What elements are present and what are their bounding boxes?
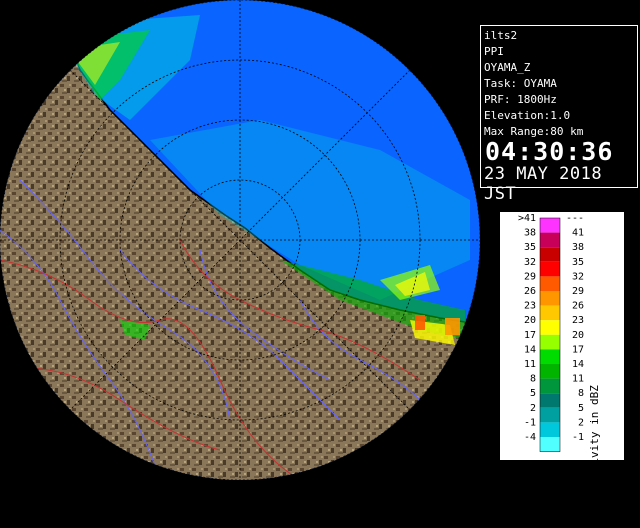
legend-lower-label: 23	[524, 301, 536, 312]
legend-upper-label: 41	[572, 228, 584, 239]
legend-swatch	[540, 276, 560, 291]
scan-date: 23 MAY 2018 JST	[484, 164, 603, 204]
legend-upper-label: ---	[566, 213, 584, 224]
legend-lower-label: -1	[524, 417, 536, 428]
color-scale: >41 --- 38 41 35 38 32 35 29 32 26 29 23 26 20 23 17 20 14…	[518, 213, 584, 452]
elevation-value: Elevation:1.0	[484, 109, 571, 122]
legend-swatch	[540, 218, 560, 233]
legend-lower-label: 2	[530, 403, 536, 414]
scan-info-panel: ilts2 PPI OYAMA_Z Task: OYAMA PRF: 1800H…	[480, 25, 638, 204]
legend-lower-label: 35	[524, 242, 536, 253]
legend-swatch	[540, 261, 560, 277]
legend-lower-label: 5	[530, 388, 536, 399]
legend-swatch	[540, 364, 560, 379]
legend-lower-label: 8	[530, 374, 536, 385]
prf-value: PRF: 1800Hz	[484, 93, 557, 106]
legend-upper-label: 23	[572, 315, 584, 326]
legend-upper-label: 8	[578, 388, 584, 399]
scan-mode: PPI	[484, 45, 504, 58]
legend-upper-label: 32	[572, 271, 584, 282]
legend-upper-label: 14	[572, 359, 584, 370]
legend-lower-label: 26	[524, 286, 536, 297]
legend-upper-label: 29	[572, 286, 584, 297]
legend-swatch	[540, 247, 560, 262]
legend-upper-label: 11	[572, 374, 584, 385]
legend-swatch	[540, 349, 560, 364]
legend-swatch	[540, 334, 560, 350]
legend-swatch	[540, 437, 560, 452]
scan-time: 04:30:36	[485, 137, 614, 166]
legend-swatch	[540, 291, 560, 306]
legend-upper-label: 20	[572, 330, 584, 341]
legend-lower-label: 29	[524, 271, 536, 282]
legend-upper-label: 26	[572, 301, 584, 312]
legend-swatch	[540, 320, 560, 335]
legend-lower-label: 11	[524, 359, 536, 370]
legend-swatch	[540, 407, 560, 423]
legend-lower-label: 32	[524, 257, 536, 268]
product-name: OYAMA_Z	[484, 61, 531, 74]
legend-upper-label: 35	[572, 257, 584, 268]
radar-id: ilts2	[484, 29, 518, 42]
legend-upper-label: 38	[572, 242, 584, 253]
legend-upper-label: 17	[572, 344, 584, 355]
legend-title: Reflectivity in dBZ	[588, 385, 601, 511]
legend-swatch	[540, 422, 560, 437]
legend-lower-label: 38	[524, 228, 536, 239]
legend-swatch	[540, 305, 560, 321]
task-name: Task: OYAMA	[484, 77, 557, 90]
legend-lower-label: 20	[524, 315, 536, 326]
legend-upper-label: 5	[578, 403, 584, 414]
legend-upper-label: -1	[572, 432, 584, 443]
reflectivity-legend: >41 --- 38 41 35 38 32 35 29 32 26 29 23 26 20 23 17 20 14…	[498, 210, 626, 511]
legend-swatch	[540, 393, 560, 408]
legend-swatch	[540, 232, 560, 248]
legend-lower-label: 14	[524, 344, 536, 355]
legend-upper-label: 2	[578, 417, 584, 428]
legend-lower-label: -4	[524, 432, 536, 443]
legend-lower-label: >41	[518, 213, 536, 224]
legend-swatch	[540, 378, 560, 394]
legend-lower-label: 17	[524, 330, 536, 341]
